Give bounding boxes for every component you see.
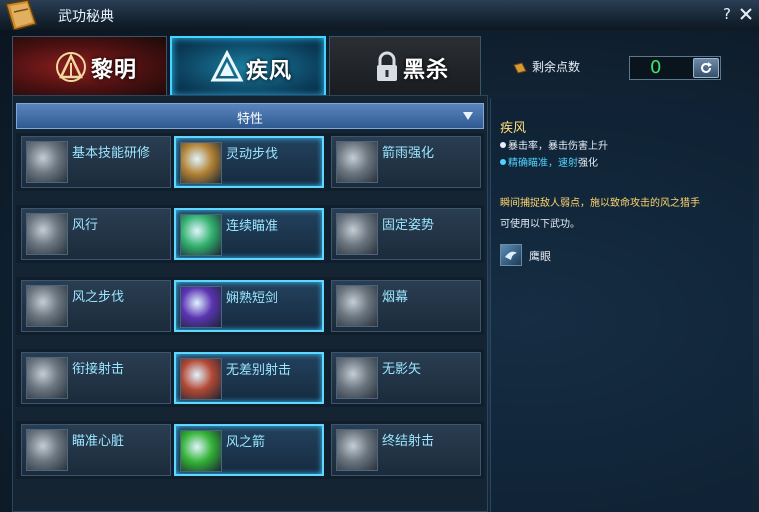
skill-name: 无影矢 [382,362,422,377]
skill-cell[interactable]: 无差别射击 [174,352,324,404]
category-dropdown-value: 特性 [236,112,263,127]
skill-name: 终结射击 [382,434,435,449]
wind-emblem-icon [210,50,244,82]
close-icon[interactable] [738,5,754,23]
skill-name: 箭雨强化 [382,146,435,161]
eagle-eye-skill-name: 鹰眼 [529,250,551,263]
skill-cell[interactable]: 风行 [21,208,171,260]
skill-icon [336,429,378,471]
skill-name: 衔接射击 [72,362,125,377]
detail-description: 瞬间捕捉敌人弱点，施以致命攻击的风之猎手 [500,198,700,209]
skill-name: 连续瞄准 [226,219,279,234]
window-titlebar: 武功秘典 ? [0,0,759,31]
skill-icon [180,358,222,400]
detail-effect-text-1: 暴击率，暴击伤害上升 [508,141,608,152]
reset-points-button[interactable] [693,58,719,78]
skill-name: 烟幕 [382,290,409,305]
skill-name: 固定姿势 [382,218,435,233]
skill-cell[interactable]: 基本技能研修 [21,136,171,188]
skill-cell[interactable]: 固定姿势 [331,208,481,260]
dawn-emblem-icon [56,52,86,82]
tab-black-kill-label: 黑杀 [403,58,450,83]
skill-cell[interactable]: 箭雨强化 [331,136,481,188]
skill-cell[interactable]: 风之步伐 [21,280,171,332]
skill-name: 瞄准心脏 [72,434,125,449]
help-button[interactable]: ? [720,5,734,23]
skill-name: 风之箭 [226,435,266,450]
skill-icon [180,286,222,328]
window-title: 武功秘典 [58,9,114,25]
tab-dawn-label: 黎明 [91,58,138,83]
tab-black-kill[interactable]: 黑杀 [329,36,481,98]
detail-effect-line-1: 暴击率，暴击伤害上升 [500,137,608,152]
skill-icon [180,430,222,472]
skill-name: 风之步伐 [72,290,125,305]
skill-name: 灵动步伐 [226,147,279,162]
skill-icon [26,285,68,327]
skill-icon [180,214,222,256]
bullet-icon [500,159,506,165]
book-icon [5,0,37,31]
bullet-icon [500,142,506,148]
skill-icon [26,357,68,399]
skill-icon [336,357,378,399]
skill-icon [336,141,378,183]
skill-cell[interactable]: 风之箭 [174,424,324,476]
skill-cell[interactable]: 灵动步伐 [174,136,324,188]
detail-effect-line-2: 精确瞄准，速射强化 [500,154,598,169]
skill-name: 娴熟短剑 [226,291,279,306]
triangle-down-icon [463,112,473,120]
skill-name: 无差别射击 [226,363,292,378]
skill-cell[interactable]: 瞄准心脏 [21,424,171,476]
skill-cell[interactable]: 终结射击 [331,424,481,476]
eagle-eye-skill-icon[interactable] [500,244,522,266]
skill-icon [26,429,68,471]
skill-icon [180,142,222,184]
reset-icon [701,62,712,73]
skill-icon [336,213,378,255]
detail-effect-highlight: 精确瞄准，速射 [508,158,578,169]
detail-effect-text-2: 强化 [578,158,598,169]
remaining-points-label: 剩余点数 [532,60,581,74]
skill-icon [26,141,68,183]
skill-cell[interactable]: 烟幕 [331,280,481,332]
category-dropdown[interactable]: 特性 [16,103,484,129]
skill-icon [26,213,68,255]
skill-name: 风行 [72,218,99,233]
detail-usable-text: 可使用以下武功。 [500,219,580,230]
skill-cell[interactable]: 无影矢 [331,352,481,404]
tab-dawn[interactable]: 黎明 [12,36,167,98]
remaining-points-value: 0 [650,57,662,78]
skill-icon [336,285,378,327]
tab-wind[interactable]: 疾风 [170,36,326,98]
lock-icon [377,51,397,81]
skill-cell[interactable]: 娴熟短剑 [174,280,324,332]
skill-name: 基本技能研修 [72,146,151,161]
skill-cell[interactable]: 连续瞄准 [174,208,324,260]
points-book-icon [513,62,527,74]
eagle-icon [505,251,517,260]
detail-title: 疾风 [500,121,527,136]
skill-cell[interactable]: 衔接射击 [21,352,171,404]
tab-wind-label: 疾风 [246,59,293,84]
